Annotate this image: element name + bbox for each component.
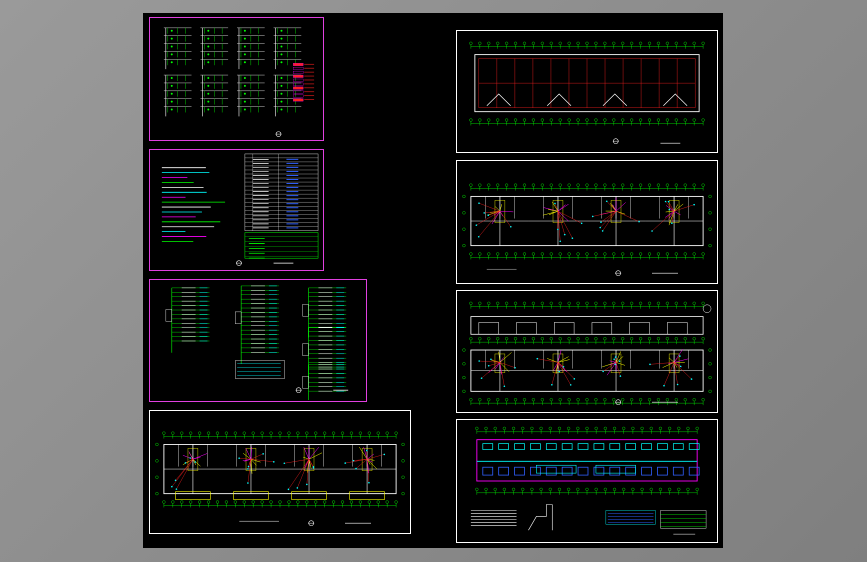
sheet-distribution-boxes[interactable] bbox=[149, 279, 367, 402]
riser-diagram-drawing bbox=[163, 27, 315, 137]
sheet-riser-diagram[interactable] bbox=[149, 17, 324, 141]
floor-plan-1-drawing bbox=[462, 183, 712, 276]
roof-plan-drawing bbox=[469, 41, 705, 144]
sheet-foundation-plan[interactable] bbox=[456, 419, 718, 543]
floor-plan-2-drawing bbox=[462, 301, 712, 406]
sheet-floor-plan-left[interactable] bbox=[149, 410, 411, 534]
floor-plan-left-drawing bbox=[155, 431, 405, 526]
sheet-floor-plan-2[interactable] bbox=[456, 290, 718, 413]
distribution-boxes-drawing bbox=[165, 285, 349, 401]
foundation-plan-drawing bbox=[470, 426, 707, 535]
legend-notes-drawing bbox=[161, 153, 319, 266]
cad-drawing-canvas[interactable] bbox=[143, 13, 723, 548]
sheet-floor-plan-1[interactable] bbox=[456, 160, 718, 284]
sheet-roof-plan[interactable] bbox=[456, 30, 718, 153]
sheet-legend-notes[interactable] bbox=[149, 149, 324, 271]
